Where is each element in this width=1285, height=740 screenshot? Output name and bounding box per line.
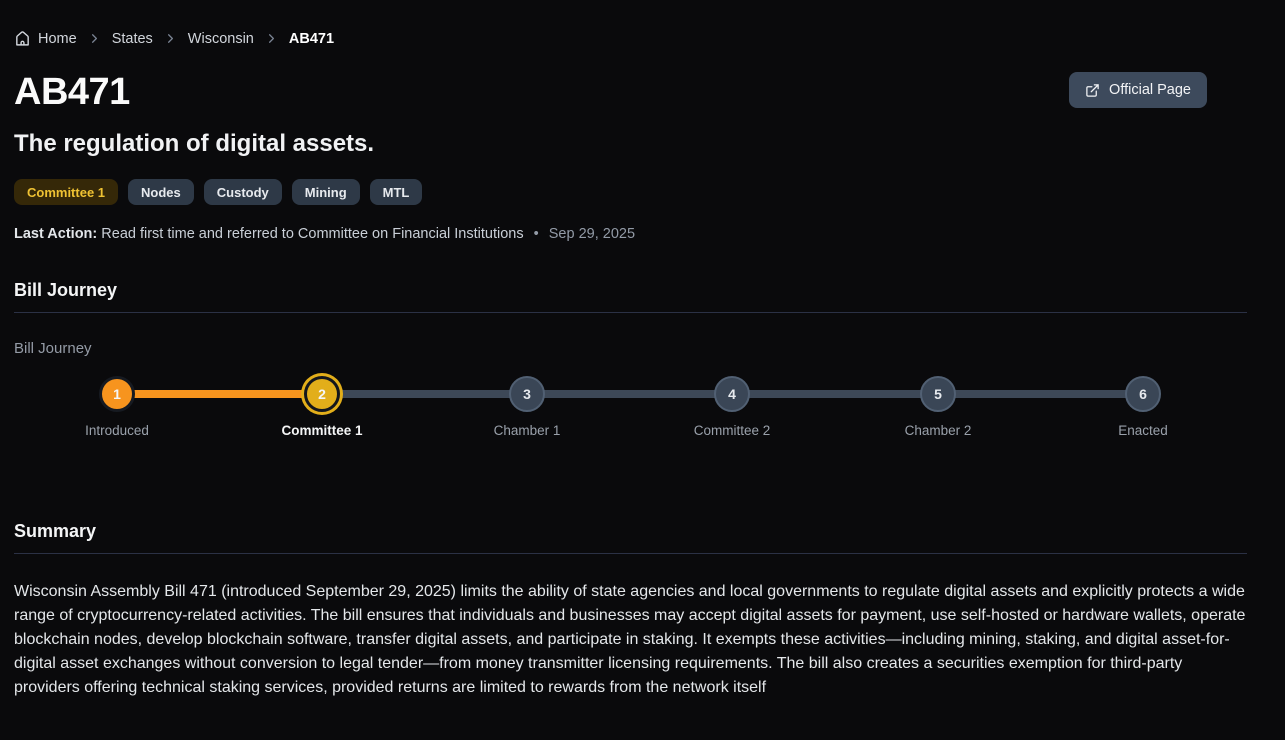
- last-action: Last Action: Read first time and referre…: [14, 226, 1247, 242]
- chevron-right-icon: [163, 31, 178, 46]
- step-committee-1: 2 Committee 1: [242, 373, 402, 438]
- bill-summary-text: Wisconsin Assembly Bill 471 (introduced …: [14, 580, 1247, 700]
- breadcrumb-states-link[interactable]: States: [112, 31, 153, 47]
- bill-journey-card-label: Bill Journey: [14, 340, 1247, 357]
- step-label: Committee 2: [694, 423, 771, 438]
- breadcrumb-wisconsin-link[interactable]: Wisconsin: [188, 31, 254, 47]
- step-chamber-2: 5 Chamber 2: [858, 373, 1018, 438]
- last-action-separator: •: [534, 226, 539, 242]
- bill-subtitle: The regulation of digital assets.: [14, 130, 1247, 158]
- step-committee-2: 4 Committee 2: [652, 373, 812, 438]
- home-icon: [14, 30, 31, 47]
- step-label: Committee 1: [281, 423, 362, 438]
- step-enacted: 6 Enacted: [1063, 373, 1223, 438]
- breadcrumb-current: AB471: [289, 31, 334, 47]
- step-chamber-1: 3 Chamber 1: [447, 373, 607, 438]
- official-page-button[interactable]: Official Page: [1069, 72, 1207, 108]
- breadcrumb: Home States Wisconsin AB471: [14, 0, 1247, 47]
- step-circle: 3: [509, 376, 545, 412]
- step-introduced: 1 Introduced: [37, 373, 197, 438]
- step-circle: 4: [714, 376, 750, 412]
- step-circle: 2: [304, 376, 340, 412]
- chevron-right-icon: [87, 31, 102, 46]
- topic-tag-mining: Mining: [292, 179, 360, 205]
- topic-tag-mtl: MTL: [370, 179, 423, 205]
- last-action-date: Sep 29, 2025: [549, 226, 635, 242]
- topic-tag-nodes: Nodes: [128, 179, 194, 205]
- external-link-icon: [1085, 83, 1100, 98]
- step-label: Introduced: [85, 423, 149, 438]
- breadcrumb-home-label: Home: [38, 31, 77, 47]
- bill-detail-page: Home States Wisconsin AB471 AB471 Offici…: [14, 0, 1247, 700]
- divider: [14, 553, 1247, 554]
- breadcrumb-home-link[interactable]: Home: [14, 30, 77, 47]
- step-circle: 1: [99, 376, 135, 412]
- step-circle: 6: [1125, 376, 1161, 412]
- step-label: Chamber 1: [494, 423, 561, 438]
- summary-section-title: Summary: [14, 521, 1247, 542]
- official-page-label: Official Page: [1109, 82, 1191, 98]
- divider: [14, 312, 1247, 313]
- bill-journey-stepper: 1 Introduced 2 Committee 1 3 Chamber 1 4…: [14, 373, 1247, 453]
- topic-tag-custody: Custody: [204, 179, 282, 205]
- last-action-label: Last Action:: [14, 226, 97, 242]
- status-badge: Committee 1: [14, 179, 118, 205]
- step-label: Enacted: [1118, 423, 1168, 438]
- bill-journey-section-title: Bill Journey: [14, 280, 1247, 301]
- last-action-text: Read first time and referred to Committe…: [101, 226, 523, 242]
- page-title: AB471: [14, 71, 1247, 113]
- step-label: Chamber 2: [905, 423, 972, 438]
- tag-list: Committee 1 Nodes Custody Mining MTL: [14, 179, 1247, 205]
- step-circle: 5: [920, 376, 956, 412]
- chevron-right-icon: [264, 31, 279, 46]
